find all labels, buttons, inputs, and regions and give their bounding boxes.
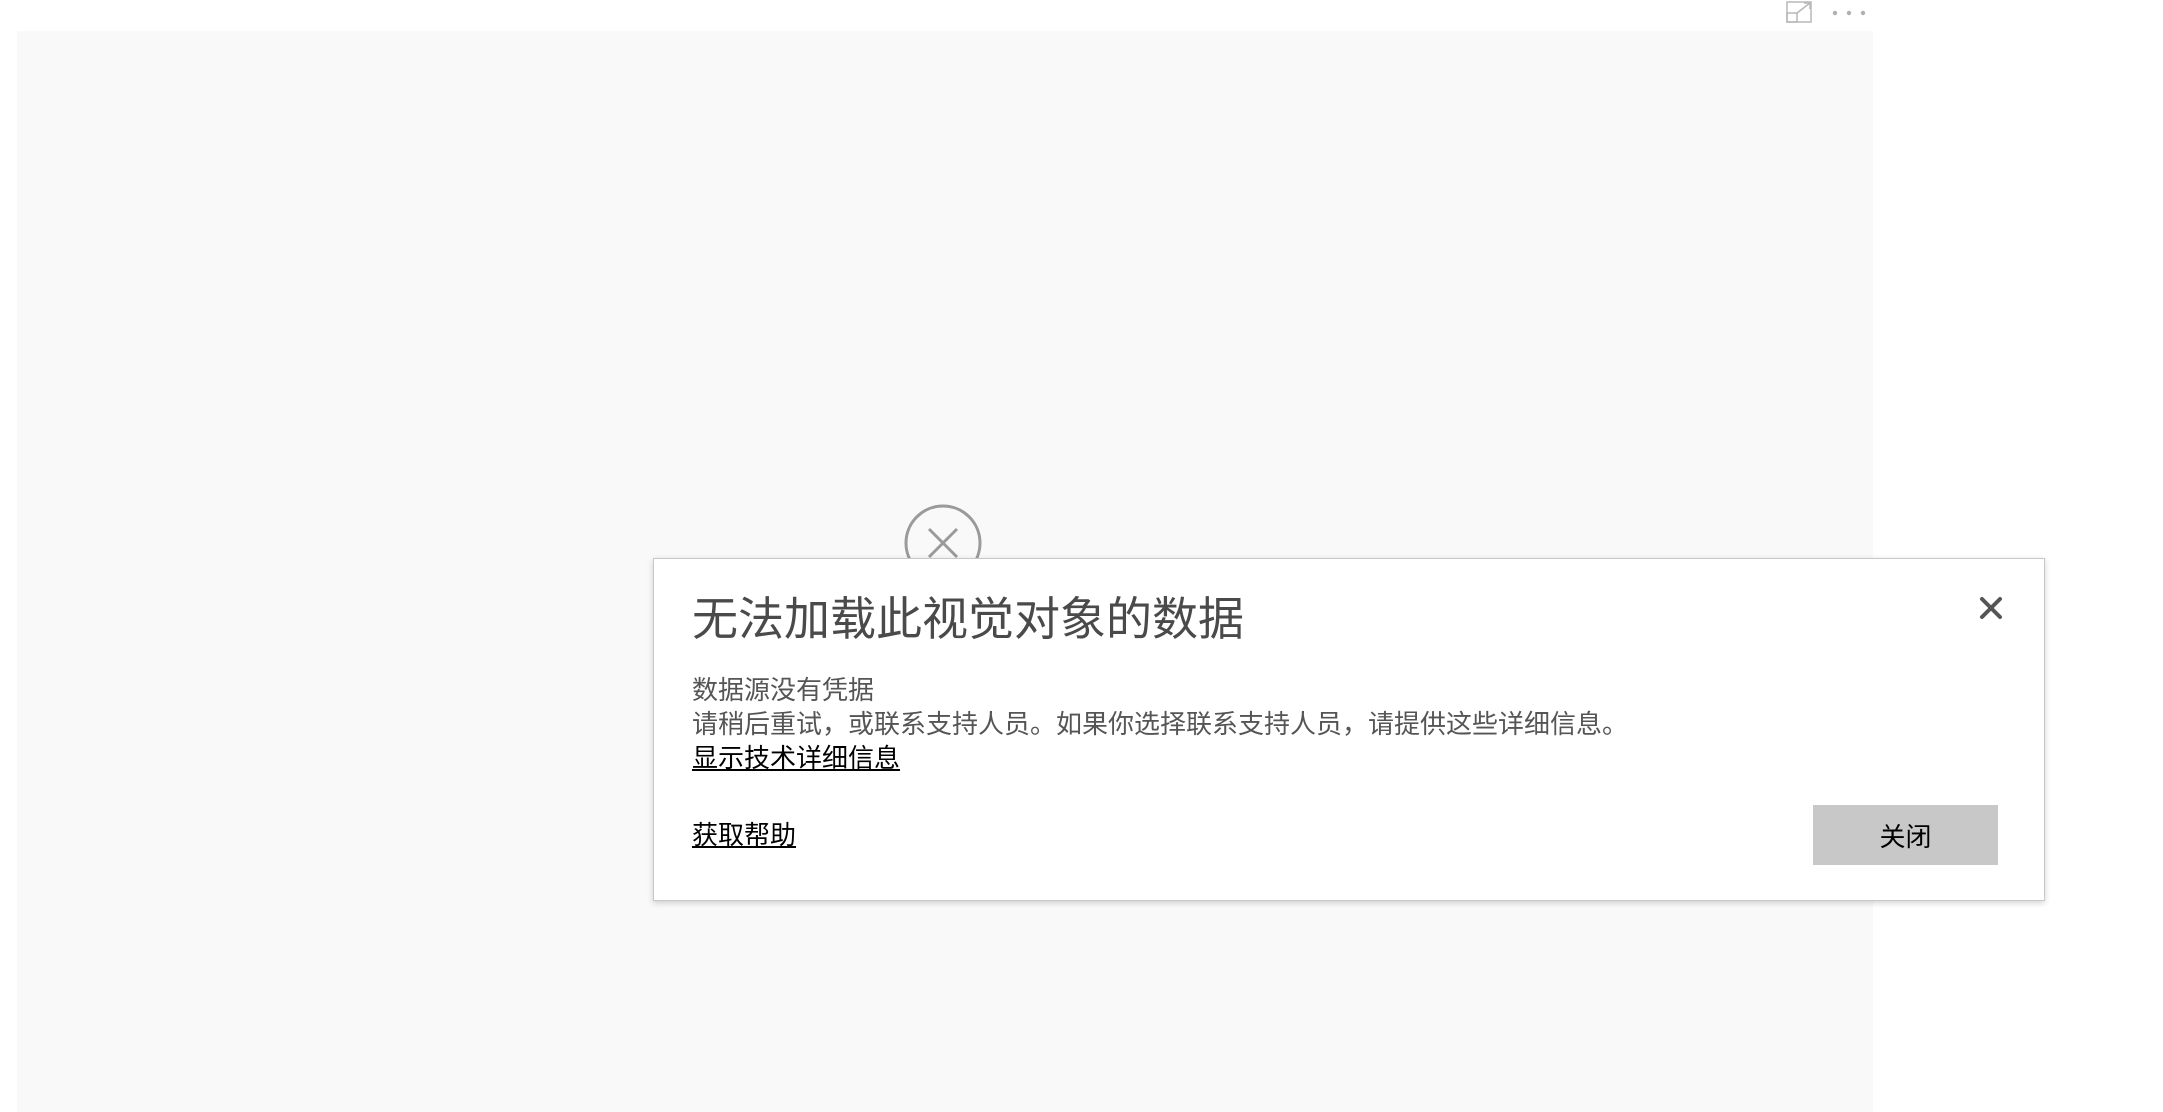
close-button[interactable]: 关闭 (1813, 805, 1998, 865)
dialog-title: 无法加载此视觉对象的数据 (692, 592, 1244, 646)
more-options-icon[interactable] (1829, 1, 1869, 23)
get-help-link[interactable]: 获取帮助 (692, 819, 796, 853)
error-dialog: 无法加载此视觉对象的数据 数据源没有凭据 请稍后重试，或联系支持人员。如果你选择… (653, 558, 2045, 901)
close-icon[interactable] (1976, 593, 2006, 623)
visual-header (1779, 0, 1874, 24)
show-technical-details-link[interactable]: 显示技术详细信息 (692, 742, 900, 776)
focus-mode-icon[interactable] (1786, 1, 1812, 23)
error-message: 请稍后重试，或联系支持人员。如果你选择联系支持人员，请提供这些详细信息。 (692, 710, 1629, 740)
report-canvas: 无法加载此视觉对象的数据 数据源没有凭据 请稍后重试，或联系支持人员。如果你选择… (0, 0, 2163, 1112)
error-subtitle: 数据源没有凭据 (692, 676, 875, 706)
